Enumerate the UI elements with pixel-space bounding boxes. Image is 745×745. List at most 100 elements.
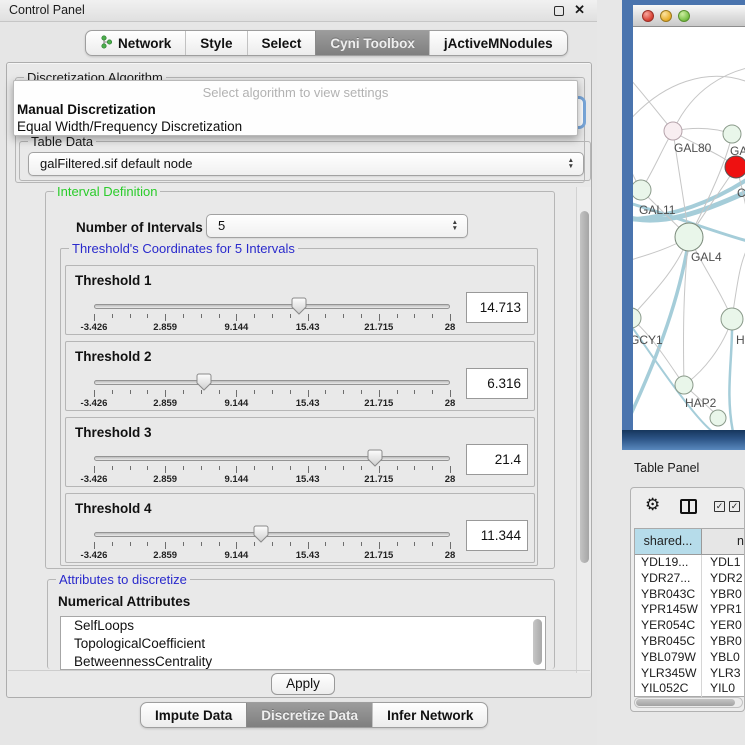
threshold-slider[interactable]: -3.4262.8599.14415.4321.71528	[94, 454, 450, 484]
node-table: shared... na YDL19... YDL1 YDR27... YDR2…	[634, 528, 745, 697]
slider-track[interactable]	[94, 532, 450, 537]
tab[interactable]: Cyni Toolbox	[315, 31, 429, 55]
slider-tick-labels: -3.4262.8599.14415.4321.71528	[94, 474, 450, 485]
network-node[interactable]	[633, 308, 641, 328]
tab-label: Select	[262, 36, 302, 51]
zoom-window-icon[interactable]	[678, 10, 690, 22]
table-row[interactable]: YDL19... YDL1	[635, 555, 745, 571]
table-row[interactable]: YER054C YER0	[635, 618, 745, 634]
tab[interactable]: Discretize Data	[246, 703, 372, 727]
apply-button[interactable]: Apply	[271, 673, 335, 695]
tab-label: Network	[118, 36, 171, 51]
slider-ticks	[94, 466, 450, 474]
tab[interactable]: Style	[185, 31, 246, 55]
table-horizontal-scrollbar[interactable]	[634, 697, 743, 708]
network-node[interactable]	[723, 125, 741, 143]
menu-item-equal-width-frequency[interactable]: Equal Width/Frequency Discretization	[17, 119, 242, 134]
checkbox-icon[interactable]	[729, 501, 740, 512]
slider-track[interactable]	[94, 380, 450, 385]
cell-name: YIL0	[702, 681, 745, 697]
slider-track[interactable]	[94, 456, 450, 461]
gear-icon[interactable]: ⚙	[645, 495, 660, 515]
close-window-icon[interactable]	[642, 10, 654, 22]
column-header-name[interactable]: na	[702, 529, 745, 554]
slider-thumb-icon[interactable]	[291, 297, 307, 315]
network-node[interactable]	[721, 308, 743, 330]
column-header-shared-name[interactable]: shared...	[635, 529, 702, 554]
number-of-intervals-value: 5	[218, 218, 225, 233]
tab[interactable]: Select	[247, 31, 316, 55]
table-row[interactable]: YPR145W YPR1	[635, 602, 745, 618]
network-window: GAL80 GA C GAL11 GAL4 GCY1 H HAP2	[622, 0, 745, 450]
columns-icon[interactable]	[680, 499, 697, 514]
minimize-window-icon[interactable]	[660, 10, 672, 22]
tab-label: jActiveMNodules	[444, 36, 553, 51]
thresholds-group: Threshold's Coordinates for 5 Intervals …	[60, 248, 538, 566]
table-rows: YDL19... YDL1 YDR27... YDR2 YBR043C YBR0…	[635, 555, 745, 697]
table-row[interactable]: YBL079W YBL0	[635, 650, 745, 666]
cell-shared-name: YBL079W	[635, 650, 702, 666]
checkbox-icon[interactable]	[714, 501, 725, 512]
network-window-frame-bottom	[622, 430, 745, 450]
menu-item-manual-discretization[interactable]: Manual Discretization	[17, 102, 156, 117]
threshold-slider[interactable]: -3.4262.8599.14415.4321.71528	[94, 378, 450, 408]
threshold-label: Threshold 4	[75, 501, 152, 516]
control-panel-tab-bar: Network Style Select Cyni Toolbox jActiv…	[85, 30, 568, 56]
svg-text:HAP2: HAP2	[685, 396, 717, 410]
threshold-label: Threshold 1	[75, 273, 152, 288]
tab[interactable]: Network	[86, 31, 185, 55]
threshold-label: Threshold 2	[75, 349, 152, 364]
threshold-value-field[interactable]: 6.316	[466, 368, 528, 399]
network-node[interactable]	[675, 223, 703, 251]
tab[interactable]: Impute Data	[141, 703, 246, 727]
cell-name: YER0	[702, 618, 745, 634]
spinner-icon	[452, 220, 458, 232]
number-of-intervals-spinner[interactable]: 5	[206, 214, 468, 238]
network-node[interactable]	[664, 122, 682, 140]
table-data-group: Table Data galFiltered.sif default node	[19, 141, 591, 181]
table-row[interactable]: YLR345W YLR3	[635, 666, 745, 682]
table-row[interactable]: YIL052C YIL0	[635, 681, 745, 697]
cell-shared-name: YBR045C	[635, 634, 702, 650]
numerical-attributes-list[interactable]: SelfLoops TopologicalCoefficient Between…	[60, 616, 546, 670]
tab[interactable]: Infer Network	[372, 703, 487, 727]
table-row[interactable]: YDR27... YDR2	[635, 571, 745, 587]
table-data-combobox[interactable]: galFiltered.sif default node	[28, 152, 584, 176]
cell-name: YDL1	[702, 555, 745, 571]
cell-name: YBL0	[702, 650, 745, 666]
list-item[interactable]: BetweennessCentrality	[61, 653, 545, 670]
network-node-selected[interactable]	[725, 156, 745, 178]
slider-thumb-icon[interactable]	[196, 373, 212, 391]
slider-track[interactable]	[94, 304, 450, 309]
list-item[interactable]: TopologicalCoefficient	[61, 635, 545, 653]
network-canvas[interactable]: GAL80 GA C GAL11 GAL4 GCY1 H HAP2	[633, 27, 745, 430]
slider-thumb-icon[interactable]	[253, 525, 269, 543]
threshold-slider[interactable]: -3.4262.8599.14415.4321.71528	[94, 530, 450, 560]
table-data-value: galFiltered.sif default node	[40, 156, 192, 171]
threshold-value-field[interactable]: 14.713	[466, 292, 528, 323]
threshold-value-field[interactable]: 21.4	[466, 444, 528, 475]
divider	[8, 670, 590, 671]
float-window-icon[interactable]	[554, 6, 564, 16]
close-icon[interactable]: ✕	[574, 2, 585, 18]
slider-thumb-icon[interactable]	[367, 449, 383, 467]
network-node[interactable]	[710, 410, 726, 426]
network-node[interactable]	[633, 180, 651, 200]
list-item[interactable]: SelfLoops	[61, 617, 545, 635]
threshold-box: Threshold 2 -3.4262.8599.14415.4321.7152…	[65, 341, 535, 411]
threshold-value-field[interactable]: 11.344	[466, 520, 528, 551]
svg-text:GAL4: GAL4	[691, 250, 722, 264]
attributes-group: Attributes to discretize Numerical Attri…	[47, 579, 555, 669]
list-scrollbar[interactable]	[532, 619, 543, 669]
threshold-box: Threshold 1 -3.4262.8599.14415.4321.7152…	[65, 265, 535, 335]
table-row[interactable]: YBR043C YBR0	[635, 587, 745, 603]
settings-scrollbar[interactable]	[576, 187, 591, 673]
tab[interactable]: jActiveMNodules	[429, 31, 567, 55]
network-nodes	[633, 122, 745, 426]
cell-shared-name: YDL19...	[635, 555, 702, 571]
network-node[interactable]	[675, 376, 693, 394]
table-panel-toolbar: ⚙	[631, 488, 744, 528]
bottom-tab-bar: Impute Data Discretize Data Infer Networ…	[140, 702, 488, 728]
table-row[interactable]: YBR045C YBR0	[635, 634, 745, 650]
threshold-slider[interactable]: -3.4262.8599.14415.4321.71528	[94, 302, 450, 332]
